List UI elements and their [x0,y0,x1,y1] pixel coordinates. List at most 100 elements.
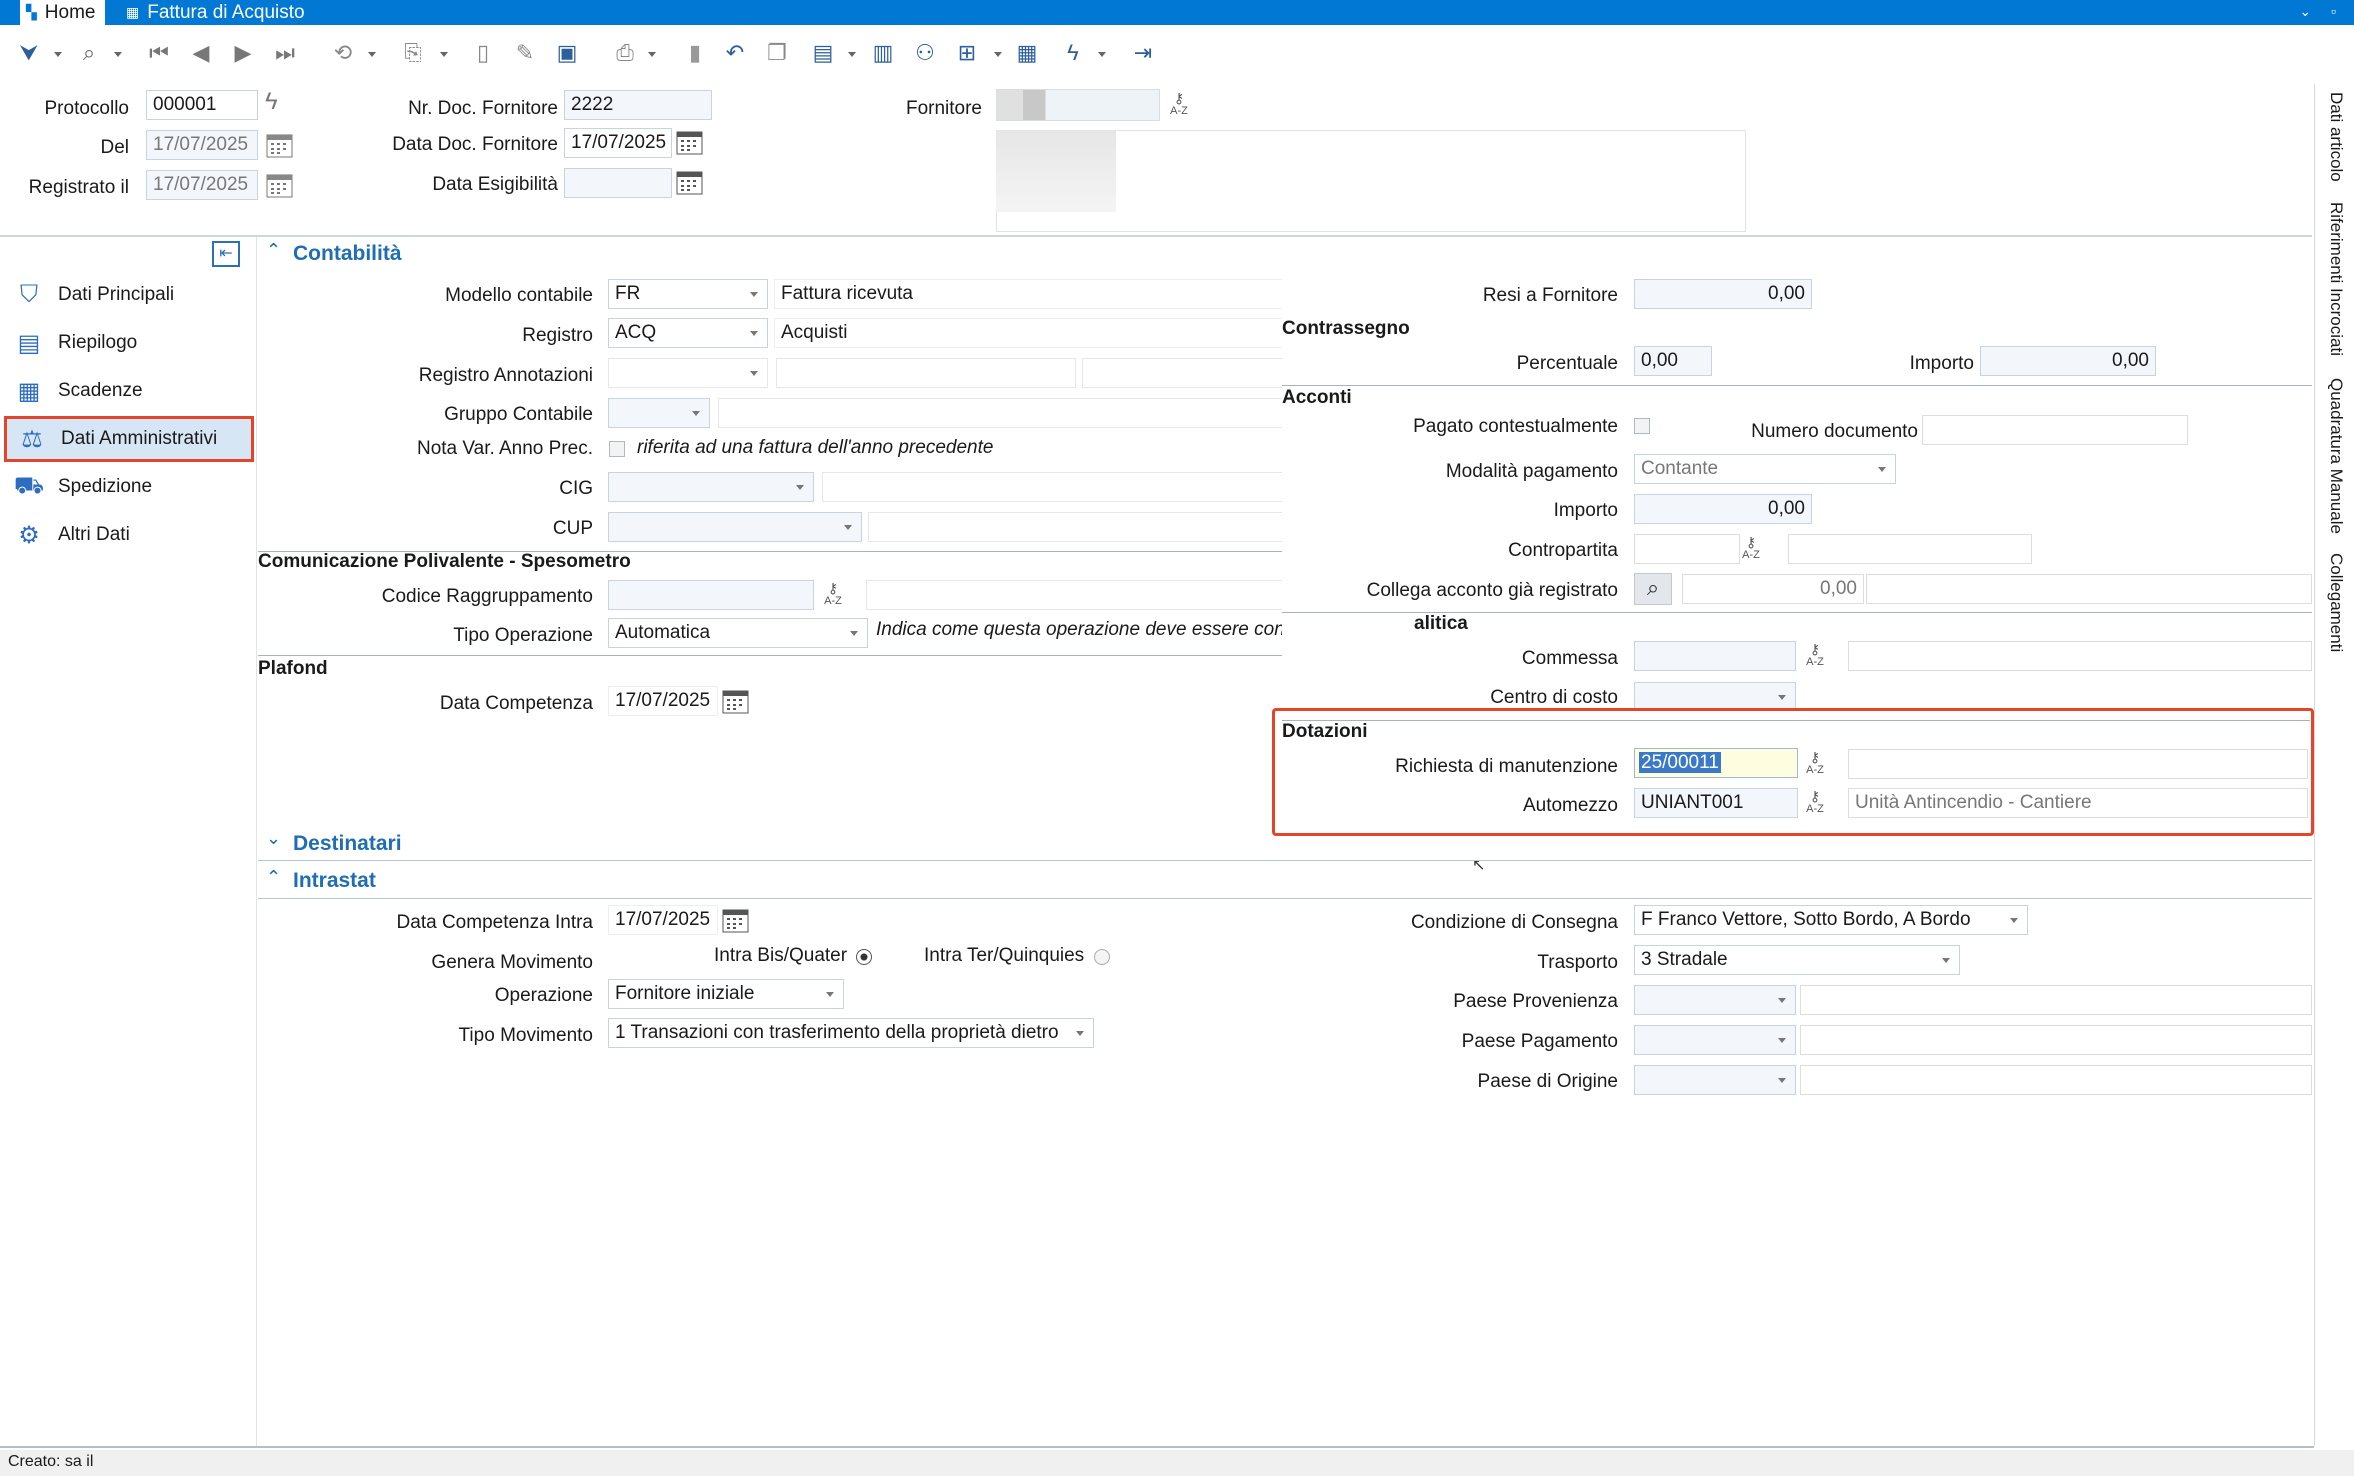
grid-icon[interactable]: ⊞ [952,38,982,68]
calendar-icon[interactable] [676,168,703,195]
nota-checkbox[interactable] [609,441,625,457]
lightning-icon[interactable]: ϟ [265,88,278,116]
protocollo-label: Protocollo [44,98,130,119]
section-intrastat[interactable]: Intrastat [293,869,376,893]
modello-select[interactable]: FR [608,279,768,309]
calendar-tool-icon[interactable]: ▦ [1012,38,1042,68]
chevron-up-icon[interactable]: ⌃ [266,240,281,261]
pagato-checkbox[interactable] [1634,418,1650,434]
az-lookup-icon[interactable]: ⚷ A-Z [1800,749,1830,779]
calendar-icon[interactable] [266,171,293,198]
cig-desc [822,472,1354,502]
chevron-up-icon[interactable]: ⌃ [266,867,281,888]
commessa-label: Commessa [1521,648,1618,669]
condizione-select[interactable]: F Franco Vettore, Sotto Bordo, A Bordo [1634,905,2028,935]
resi-field[interactable]: 0,00 [1634,279,1812,309]
sidebar-item-dati-principali[interactable]: ⛉ Dati Principali [4,272,254,318]
tipo-movimento-select[interactable]: 1 Transazioni con trasferimento della pr… [608,1018,1094,1048]
registro-select[interactable]: ACQ [608,318,768,348]
new-document-icon[interactable]: ▯ [468,38,498,68]
calendar-icon[interactable] [676,128,703,155]
window-controls[interactable]: ⌄ ▫ [2299,3,2344,20]
chevron-down-icon[interactable]: ⌄ [266,828,281,849]
collega-field[interactable]: 0,00 [1682,574,1864,604]
codice-raggruppamento-field[interactable] [608,580,814,610]
calendar-icon[interactable] [722,906,749,933]
previous-record-icon[interactable]: ◀ [186,38,216,68]
paese-provenienza-select[interactable] [1634,985,1796,1015]
contropartita-field[interactable] [1634,534,1740,564]
paese-pagamento-select[interactable] [1634,1025,1796,1055]
lightning-icon[interactable]: ϟ [1058,38,1088,68]
analitica-title: alitica [1414,613,1468,634]
nr-doc-field[interactable]: 2222 [564,90,712,120]
exit-icon[interactable]: ⇥ [1128,38,1158,68]
undo-icon[interactable]: ↶ [720,38,750,68]
delete-icon[interactable]: ▮ [680,38,710,68]
duplicate-icon[interactable]: ❐ [762,38,792,68]
search-icon[interactable]: ⌕ [74,38,104,68]
first-record-icon[interactable]: ⏮ [144,38,174,68]
cup-select[interactable] [608,512,862,542]
barcode-icon[interactable]: ▥ [868,38,898,68]
calendar-icon[interactable] [722,687,749,714]
section-contabilita[interactable]: Contabilità [293,242,402,266]
print-icon[interactable]: ⎙ [610,38,640,68]
importo-acconto-field[interactable]: 0,00 [1634,494,1812,524]
importo-contrassegno-field[interactable]: 0,00 [1980,346,2156,376]
az-lookup-icon[interactable]: ⚷ A-Z [1800,641,1830,671]
radio-intra-bis-selected[interactable] [856,949,872,965]
gruppo-select[interactable] [608,398,710,428]
percentuale-field[interactable]: 0,00 [1634,346,1712,376]
sidebar-item-riepilogo[interactable]: ▤ Riepilogo [4,320,254,366]
tab-riferimenti-incrociati[interactable]: Riferimenti Incrociati [2326,202,2346,356]
numero-documento-field[interactable] [1922,415,2188,445]
az-lookup-icon[interactable]: ⚷ A-Z [1164,90,1194,120]
search-button[interactable]: ⌕ [1634,573,1672,605]
data-competenza-intra-field[interactable]: 17/07/2025 [608,905,718,935]
tab-quadratura-manuale[interactable]: Quadratura Manuale [2326,378,2346,534]
section-destinatari[interactable]: Destinatari [293,832,402,856]
collapse-icon[interactable]: ⮟ [14,38,44,68]
az-lookup-icon[interactable]: ⚷ A-Z [1800,788,1830,818]
share-icon[interactable]: ⟲ [328,38,358,68]
radio-intra-ter[interactable] [1094,949,1110,965]
registrato-field[interactable]: 17/07/2025 [146,170,258,200]
save-icon[interactable]: ▣ [552,38,582,68]
sidebar-item-scadenze[interactable]: ▦ Scadenze [4,368,254,414]
registro-ann-select[interactable] [608,358,768,388]
data-competenza-field[interactable]: 17/07/2025 [608,686,718,716]
data-doc-field[interactable]: 17/07/2025 [564,128,672,158]
richiesta-field[interactable]: 25/00011 [1634,748,1798,778]
del-field[interactable]: 17/07/2025 [146,130,258,160]
protocollo-field[interactable]: 000001 [146,90,258,120]
user-tree-icon[interactable]: ⚇ [910,38,940,68]
next-record-icon[interactable]: ▶ [228,38,258,68]
paese-origine-select[interactable] [1634,1065,1796,1095]
modalita-select[interactable]: Contante [1634,454,1896,484]
sidebar-item-dati-amministrativi[interactable]: ⚖ Dati Amministrativi [4,416,254,462]
automezzo-field[interactable]: UNIANT001 [1634,788,1798,818]
tab-dati-articolo[interactable]: Dati articolo [2326,92,2346,182]
data-esig-field[interactable] [564,168,672,198]
copy-data-icon[interactable]: ⎘ [398,38,428,68]
tipo-operazione-select[interactable]: Automatica [608,618,868,648]
tab-collegamenti[interactable]: Collegamenti [2326,553,2346,652]
az-lookup-icon[interactable]: ⚷ A-Z [1736,534,1766,564]
commessa-field[interactable] [1634,641,1796,671]
sidebar-item-altri-dati[interactable]: ⚙ Altri Dati [4,512,254,558]
tab-fattura[interactable]: ▦ Fattura di Acquisto [122,0,305,25]
edit-icon[interactable]: ✎ [510,38,540,68]
status-text: Creato: sa il [8,1453,94,1470]
report-icon[interactable]: ▤ [808,38,838,68]
cig-select[interactable] [608,472,814,502]
operazione-select[interactable]: Fornitore iniziale [608,979,844,1009]
tab-home[interactable]: ▚ Home [20,0,106,25]
az-lookup-icon[interactable]: ⚷ A-Z [818,580,848,610]
last-record-icon[interactable]: ⏭ [270,38,300,68]
sidebar-item-spedizione[interactable]: ⛟ Spedizione [4,464,254,510]
calendar-icon[interactable] [266,131,293,158]
collapse-sidebar-icon[interactable]: ⇤ [212,241,240,267]
trasporto-select[interactable]: 3 Stradale [1634,945,1960,975]
fornitore-code-field[interactable] [996,89,1160,121]
